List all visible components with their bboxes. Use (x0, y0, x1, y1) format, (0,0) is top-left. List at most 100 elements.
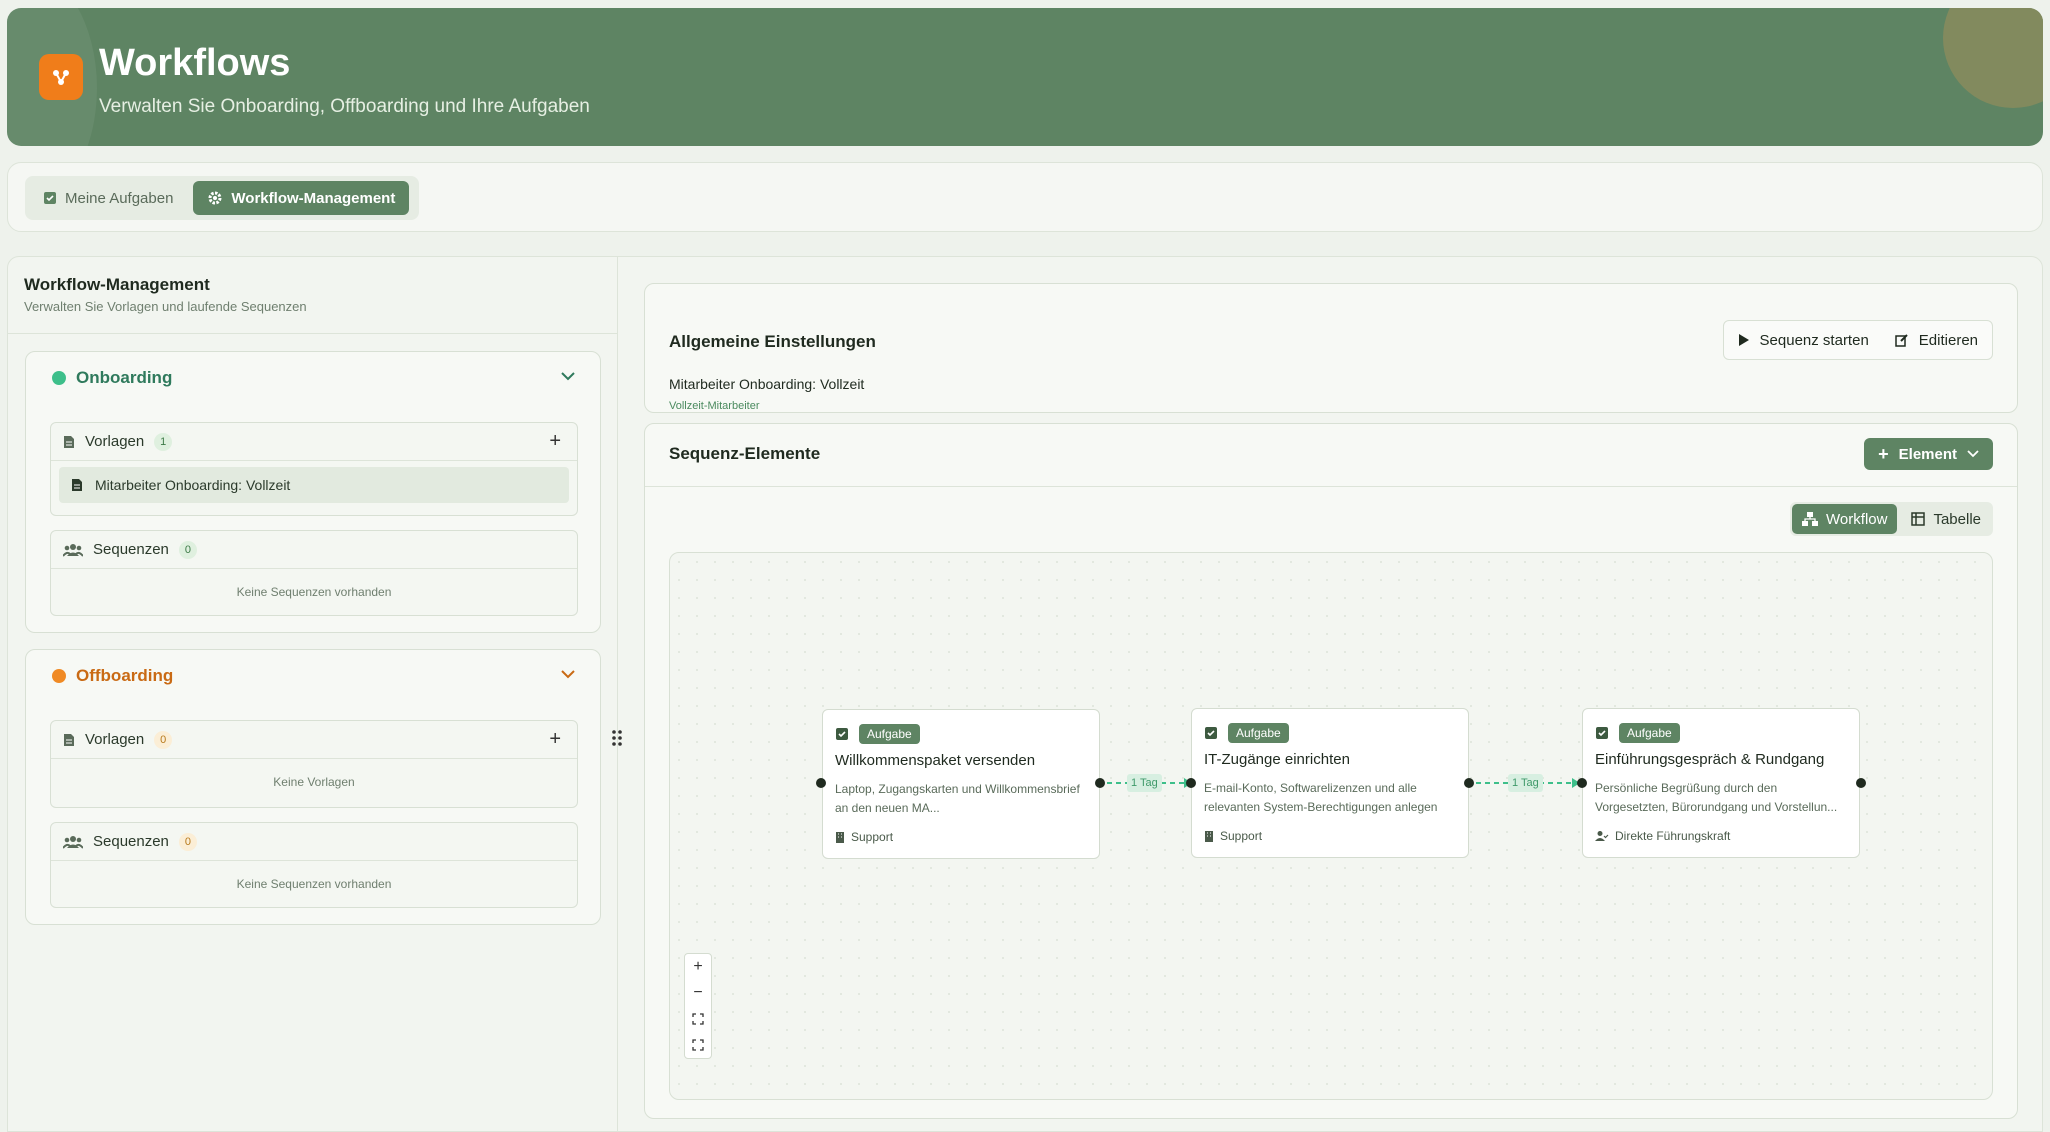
offboarding-status-dot (52, 669, 66, 683)
add-element-button[interactable]: + Element (1864, 438, 1993, 470)
node-role-label: Direkte Führungskraft (1615, 829, 1731, 843)
templates-count-badge: 0 (154, 730, 173, 749)
offboarding-templates: Vorlagen 0 + Keine Vorlagen (50, 720, 578, 808)
node-title: Willkommenspaket versenden (835, 752, 1036, 769)
template-item-label: Mitarbeiter Onboarding: Vollzeit (95, 477, 291, 493)
node-type-tag: Aufgabe (1619, 723, 1680, 743)
template-item[interactable]: Mitarbeiter Onboarding: Vollzeit (59, 467, 569, 503)
tab-label: Workflow-Management (231, 189, 396, 207)
workflow-node[interactable]: Aufgabe IT-Zugänge einrichten E-mail-Kon… (1191, 708, 1469, 858)
settings-card: Allgemeine Einstellungen Sequenz starten… (644, 283, 2018, 413)
node-description: Persönliche Begrüßung durch den Vorgeset… (1595, 781, 1838, 814)
templates-label: Vorlagen (85, 731, 145, 748)
node-output-handle[interactable] (1095, 778, 1105, 788)
node-description: E-mail-Konto, Softwarelizenzen und alle … (1204, 781, 1438, 814)
workflow-node[interactable]: Aufgabe Willkommenspaket versenden Lapto… (822, 709, 1100, 859)
sidebar-subtitle: Verwalten Sie Vorlagen und laufende Sequ… (24, 299, 307, 314)
node-output-handle[interactable] (1464, 778, 1474, 788)
users-icon (63, 835, 83, 849)
page-header: Workflows Verwalten Sie Onboarding, Offb… (7, 8, 2043, 146)
page-title: Workflows (99, 42, 291, 84)
sequence-card: Sequenz-Elemente + Element Workflow Tabe… (644, 423, 2018, 1119)
offboarding-sequences: Sequenzen 0 Keine Sequenzen vorhanden (50, 822, 578, 908)
chevron-down-icon[interactable] (560, 668, 576, 680)
checkbox-icon (836, 728, 848, 740)
checkbox-icon (1205, 727, 1217, 739)
view-table-label: Tabelle (1933, 510, 1981, 528)
onboarding-sequences: Sequenzen 0 Keine Sequenzen vorhanden (50, 530, 578, 616)
table-icon (1911, 512, 1926, 526)
zoom-in-button[interactable]: + (684, 954, 712, 980)
offboarding-group: Offboarding Vorlagen 0 + Keine Vorlagen … (25, 649, 601, 925)
edit-icon (1895, 334, 1908, 347)
edge-label[interactable]: 1 Tag (1508, 774, 1543, 792)
node-title: IT-Zugänge einrichten (1204, 751, 1350, 768)
offboarding-header[interactable]: Offboarding (52, 666, 173, 686)
play-icon (1738, 334, 1749, 346)
offboarding-label: Offboarding (76, 666, 174, 685)
network-icon (1802, 512, 1819, 526)
edit-button[interactable]: Editieren (1895, 332, 1978, 349)
node-role: Support (835, 830, 893, 844)
templates-header: Vorlagen 1 + (51, 423, 577, 461)
node-input-handle[interactable] (816, 778, 826, 788)
node-output-handle[interactable] (1856, 778, 1866, 788)
fullscreen-icon (692, 1039, 704, 1051)
workflow-node[interactable]: Aufgabe Einführungsgespräch & Rundgang P… (1582, 708, 1860, 858)
add-template-button[interactable]: + (549, 729, 561, 749)
node-type-tag: Aufgabe (859, 724, 920, 744)
add-template-button[interactable]: + (549, 431, 561, 451)
onboarding-label: Onboarding (76, 368, 173, 387)
gear-icon (208, 191, 222, 205)
onboarding-templates: Vorlagen 1 + Mitarbeiter Onboarding: Vol… (50, 422, 578, 516)
chevron-down-icon[interactable] (560, 370, 576, 382)
settings-actions: Sequenz starten Editieren (1722, 320, 1993, 360)
sequences-empty-text: Keine Sequenzen vorhanden (236, 877, 392, 891)
onboarding-group: Onboarding Vorlagen 1 + Mitarbeiter Onbo… (25, 351, 601, 633)
sequences-count-badge: 0 (178, 832, 197, 851)
add-element-label: Element (1898, 445, 1957, 463)
page-subtitle: Verwalten Sie Onboarding, Offboarding un… (99, 96, 590, 117)
tab-bar: Meine Aufgaben Workflow-Management (7, 162, 2043, 232)
node-role-label: Support (851, 830, 894, 844)
onboarding-header[interactable]: Onboarding (52, 368, 172, 388)
checkbox-icon (44, 192, 56, 204)
node-title: Einführungsgespräch & Rundgang (1595, 751, 1825, 768)
node-type-tag: Aufgabe (1228, 723, 1289, 743)
sequences-label: Sequenzen (93, 541, 169, 558)
tab-my-tasks[interactable]: Meine Aufgaben (29, 181, 187, 215)
view-table-button[interactable]: Tabelle (1901, 504, 1991, 534)
tab-group: Meine Aufgaben Workflow-Management (25, 176, 419, 220)
drag-handle-icon[interactable] (611, 729, 623, 747)
header-decoration-circle (1943, 8, 2043, 108)
edge-label[interactable]: 1 Tag (1127, 774, 1162, 792)
document-icon (64, 733, 74, 746)
tab-workflow-management[interactable]: Workflow-Management (193, 181, 410, 215)
sequences-empty-text: Keine Sequenzen vorhanden (236, 585, 392, 599)
users-icon (63, 543, 83, 557)
node-header: Aufgabe (835, 724, 920, 744)
node-role: Direkte Führungskraft (1595, 829, 1730, 843)
workflow-name: Mitarbeiter Onboarding: Vollzeit (669, 376, 865, 392)
main-panel: Workflow-Management Verwalten Sie Vorlag… (7, 256, 2043, 1132)
plus-icon: + (1878, 443, 1889, 464)
tab-label: Meine Aufgaben (65, 189, 174, 207)
zoom-out-button[interactable]: − (684, 980, 712, 1006)
node-input-handle[interactable] (1186, 778, 1196, 788)
settings-title: Allgemeine Einstellungen (669, 332, 876, 351)
view-workflow-label: Workflow (1826, 510, 1888, 528)
node-input-handle[interactable] (1577, 778, 1587, 788)
start-sequence-label: Sequenz starten (1759, 331, 1869, 349)
workflow-canvas[interactable]: 1 Tag 1 Tag Aufgabe Willkommenspaket ver… (669, 552, 1993, 1100)
fullscreen-button[interactable] (684, 1032, 712, 1058)
fit-view-button[interactable] (684, 1006, 712, 1032)
view-workflow-button[interactable]: Workflow (1792, 504, 1898, 534)
sequences-header: Sequenzen 0 (51, 823, 577, 861)
sequences-header: Sequenzen 0 (51, 531, 577, 569)
templates-label: Vorlagen (85, 433, 145, 450)
sequences-label: Sequenzen (93, 833, 169, 850)
start-sequence-button[interactable]: Sequenz starten (1738, 332, 1869, 349)
building-icon (836, 832, 844, 843)
templates-empty-text: Keine Vorlagen (273, 775, 355, 789)
checkbox-icon (1596, 727, 1608, 739)
